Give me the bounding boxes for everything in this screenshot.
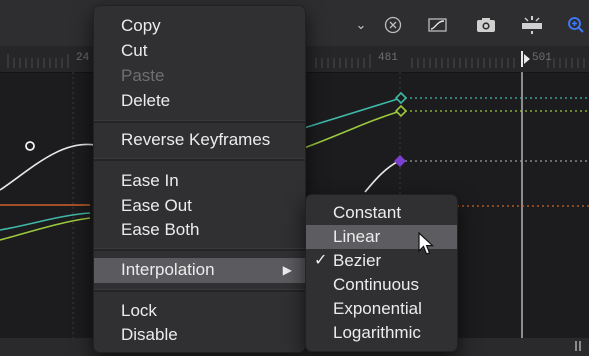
submenu-item-label: Exponential bbox=[333, 299, 422, 318]
menu-separator bbox=[94, 248, 305, 251]
menu-item-ease-in[interactable]: Ease In bbox=[94, 169, 305, 193]
menu-item-label: Interpolation bbox=[121, 260, 215, 279]
curve-teal[interactable] bbox=[303, 97, 402, 129]
submenu-item-label: Linear bbox=[333, 227, 381, 246]
menu-item-label: Lock bbox=[121, 301, 157, 320]
interpolation-submenu: Constant Linear ✓ Bezier Continuous Expon… bbox=[305, 194, 458, 352]
menu-item-lock[interactable]: Lock bbox=[94, 299, 305, 323]
menu-item-label: Cut bbox=[121, 41, 148, 60]
menu-item-cut[interactable]: Cut bbox=[94, 39, 305, 63]
keyframe-point[interactable] bbox=[25, 141, 35, 151]
mouse-cursor-icon bbox=[418, 232, 435, 255]
curve-green[interactable] bbox=[303, 110, 402, 149]
submenu-item-constant[interactable]: Constant bbox=[306, 201, 457, 225]
submenu-item-label: Bezier bbox=[333, 251, 382, 270]
curve-white[interactable] bbox=[0, 143, 96, 191]
menu-item-paste: Paste bbox=[94, 64, 305, 88]
menu-item-label: Paste bbox=[121, 66, 165, 85]
menu-separator bbox=[94, 120, 305, 123]
submenu-arrow-icon: ▶ bbox=[282, 263, 292, 277]
menu-item-label: Ease Both bbox=[121, 220, 200, 239]
keyframe-point[interactable] bbox=[394, 91, 408, 105]
keyframe-point[interactable] bbox=[394, 104, 408, 118]
submenu-item-label: Logarithmic bbox=[333, 323, 421, 342]
menu-item-interpolation[interactable]: Interpolation ▶ bbox=[94, 258, 305, 283]
scroll-handle-icon[interactable] bbox=[575, 341, 581, 351]
menu-item-delete[interactable]: Delete bbox=[94, 89, 305, 113]
curve-white[interactable] bbox=[364, 160, 400, 193]
menu-item-label: Reverse Keyframes bbox=[121, 130, 271, 149]
menu-item-reverse-keyframes[interactable]: Reverse Keyframes bbox=[94, 128, 305, 152]
menu-item-ease-both[interactable]: Ease Both bbox=[94, 218, 305, 242]
menu-item-label: Ease Out bbox=[121, 196, 192, 215]
submenu-item-logarithmic[interactable]: Logarithmic bbox=[306, 321, 457, 345]
curve-green[interactable] bbox=[0, 217, 91, 241]
menu-item-label: Delete bbox=[121, 91, 171, 110]
menu-separator bbox=[94, 158, 305, 161]
menu-item-ease-out[interactable]: Ease Out bbox=[94, 194, 305, 218]
menu-item-label: Disable bbox=[121, 325, 178, 344]
submenu-item-label: Constant bbox=[333, 203, 402, 222]
menu-item-copy[interactable]: Copy bbox=[94, 14, 305, 38]
submenu-item-continuous[interactable]: Continuous bbox=[306, 273, 457, 297]
menu-item-label: Copy bbox=[121, 16, 161, 35]
checkmark-icon: ✓ bbox=[314, 252, 328, 269]
submenu-item-label: Continuous bbox=[333, 275, 420, 294]
menu-item-label: Ease In bbox=[121, 171, 179, 190]
keyframe-point[interactable] bbox=[394, 155, 406, 167]
submenu-item-exponential[interactable]: Exponential bbox=[306, 297, 457, 321]
menu-item-disable[interactable]: Disable bbox=[94, 323, 305, 347]
menu-separator bbox=[94, 289, 305, 292]
context-menu: Copy Cut Paste Delete Reverse Keyframes … bbox=[93, 5, 306, 353]
